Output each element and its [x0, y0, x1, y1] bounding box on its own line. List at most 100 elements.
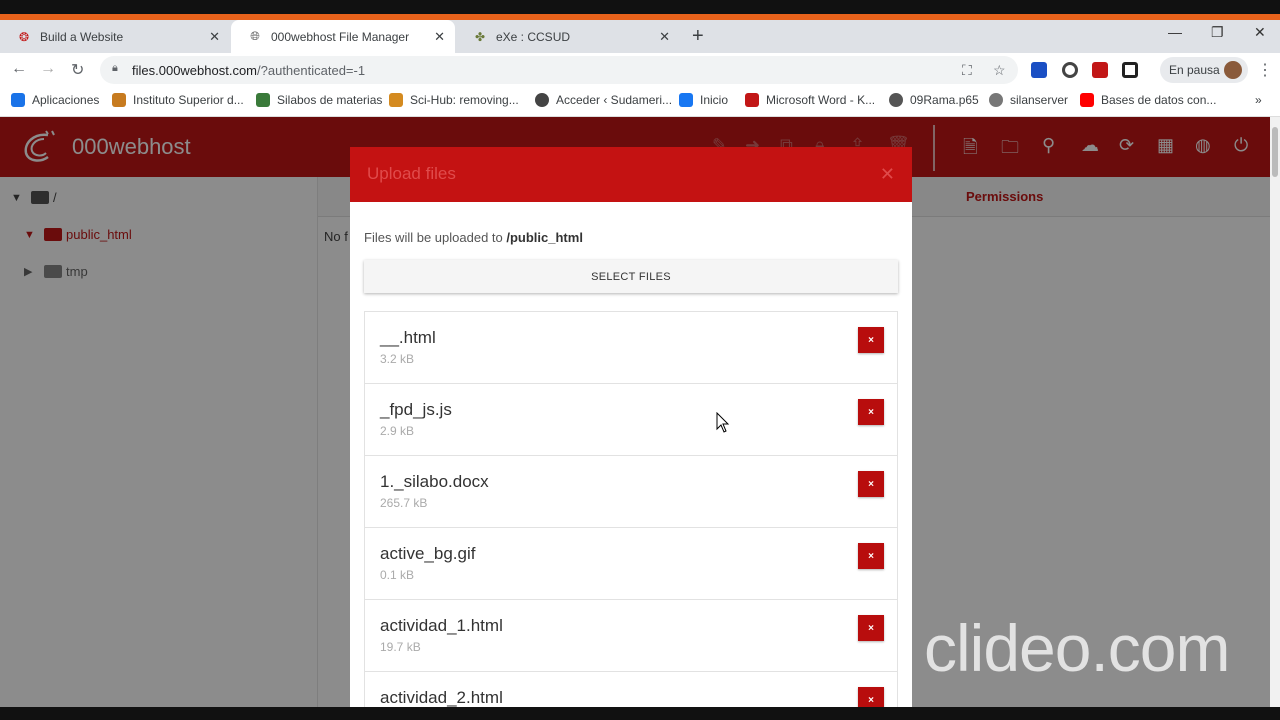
close-icon[interactable]: ✕ [209, 29, 220, 45]
facebook-icon [679, 93, 693, 107]
bookmark-item[interactable]: Inicio [679, 93, 728, 107]
bookmark-label: silanserver [1010, 93, 1069, 107]
modal-header: Upload files ✕ [350, 147, 912, 202]
file-size: 265.7 kB [380, 496, 428, 510]
bookmark-item[interactable]: Microsoft Word - K... [745, 93, 875, 107]
file-name: _fpd_js.js [380, 400, 452, 419]
mouse-cursor-icon [716, 412, 730, 433]
silabos-icon [256, 93, 270, 107]
back-icon[interactable]: ← [11, 60, 27, 78]
bookmark-label: Bases de datos con... [1101, 93, 1217, 107]
scrollbar-thumb[interactable] [1272, 127, 1278, 177]
exe-icon: ✤ [474, 29, 486, 44]
webhost-icon: ❂ [18, 29, 30, 44]
bookmark-item[interactable]: Acceder ‹ Sudameri... [535, 93, 672, 107]
select-files-button[interactable]: SELECT FILES [364, 260, 898, 293]
bookmark-item[interactable]: Instituto Superior d... [112, 93, 244, 107]
bookmark-item[interactable]: Sci-Hub: removing... [389, 93, 519, 107]
bookmark-label: Microsoft Word - K... [766, 93, 876, 107]
remove-file-button[interactable]: × [858, 543, 884, 569]
restore-icon[interactable]: ❐ [1211, 24, 1224, 41]
close-icon[interactable]: ✕ [880, 164, 895, 185]
list-item: 1._silabo.docx 265.7 kB × [365, 456, 897, 528]
file-name: actividad_2.html [380, 688, 503, 707]
minimize-icon[interactable]: — [1168, 24, 1182, 40]
extension-icon[interactable] [1062, 62, 1078, 78]
lock-icon: 🔒︎ [112, 62, 118, 74]
profile-button[interactable]: En pausa [1160, 57, 1248, 83]
star-icon[interactable]: ☆ [993, 62, 1006, 79]
globe-icon [889, 93, 903, 107]
remove-file-button[interactable]: × [858, 471, 884, 497]
file-name: 1._silabo.docx [380, 472, 489, 491]
url-input[interactable]: 🔒︎ files.000webhost.com/?authenticated=-… [100, 56, 1018, 84]
list-item: actividad_1.html 19.7 kB × [365, 600, 897, 672]
forward-icon[interactable]: → [40, 60, 56, 78]
youtube-icon [1080, 93, 1094, 107]
tab-title: 000webhost File Manager [271, 29, 410, 44]
remove-file-button[interactable]: × [858, 615, 884, 641]
list-item: _fpd_js.js 2.9 kB × [365, 384, 897, 456]
list-item: actividad_2.html × [365, 672, 897, 707]
top-black-bar [0, 0, 1280, 14]
bookmark-item[interactable]: silanserver [989, 93, 1068, 107]
more-bookmarks-icon[interactable]: » [1255, 93, 1262, 107]
file-name: __.html [380, 328, 436, 347]
bookmark-label: Acceder ‹ Sudameri... [556, 93, 673, 107]
extension-icon[interactable] [1092, 62, 1108, 78]
bottom-black-bar [0, 707, 1280, 720]
tab-exe[interactable]: ✤ eXe : CCSUD ✕ [456, 20, 680, 53]
bookmark-item[interactable]: Bases de datos con... [1080, 93, 1216, 107]
list-item: active_bg.gif 0.1 kB × [365, 528, 897, 600]
globe-icon: 🌐︎ [250, 29, 260, 43]
menu-icon[interactable]: ⋮ [1257, 60, 1273, 80]
wordpress-icon [535, 93, 549, 107]
upload-destination-note: Files will be uploaded to /public_html [364, 230, 583, 245]
bookmark-label: Aplicaciones [32, 93, 100, 107]
list-item: __.html 3.2 kB × [365, 312, 897, 384]
url-path: /?authenticated=-1 [257, 63, 366, 78]
remove-file-button[interactable]: × [858, 327, 884, 353]
file-name: actividad_1.html [380, 616, 503, 635]
watermark-text: clideo.com [924, 611, 1230, 685]
file-name: active_bg.gif [380, 544, 476, 563]
profile-label: En pausa [1169, 63, 1220, 77]
extension-icon[interactable] [1122, 62, 1138, 78]
tab-title: Build a Website [40, 29, 124, 44]
address-bar-row: ← → ↻ 🔒︎ files.000webhost.com/?authentic… [0, 53, 1280, 87]
remove-file-button[interactable]: × [858, 687, 884, 707]
close-icon[interactable]: ✕ [659, 29, 670, 45]
url-text: files.000webhost.com/?authenticated=-1 [132, 63, 365, 78]
screen: ❂ Build a Website ✕ 🌐︎ 000webhost File M… [0, 0, 1280, 720]
tab-build-website[interactable]: ❂ Build a Website ✕ [0, 20, 230, 53]
translate-icon[interactable]: ⛶ [962, 62, 972, 79]
reload-icon[interactable]: ↻ [71, 60, 84, 80]
page-scrollbar[interactable] [1270, 117, 1280, 707]
tab-file-manager[interactable]: 🌐︎ 000webhost File Manager ✕ [231, 20, 455, 53]
file-size: 3.2 kB [380, 352, 415, 366]
gear-icon [989, 93, 1003, 107]
extension-icon[interactable] [1031, 62, 1047, 78]
window-close-icon[interactable]: ✕ [1254, 24, 1266, 41]
file-size: 0.1 kB [380, 568, 415, 582]
new-tab-icon[interactable]: + [692, 25, 704, 48]
apps-grid-icon [11, 93, 25, 107]
bookmark-label: Instituto Superior d... [133, 93, 244, 107]
pdf-icon [745, 93, 759, 107]
upload-modal: Upload files ✕ Files will be uploaded to… [350, 147, 912, 707]
remove-file-button[interactable]: × [858, 399, 884, 425]
bookmark-item[interactable]: 09Rama.p65 [889, 93, 979, 107]
avatar [1224, 61, 1242, 79]
bookmark-apps[interactable]: Aplicaciones [11, 93, 99, 107]
note-prefix: Files will be uploaded to [364, 230, 503, 245]
bookmark-item[interactable]: Silabos de materias [256, 93, 382, 107]
bookmark-label: Silabos de materias [277, 93, 383, 107]
bookmarks-bar: Aplicaciones Instituto Superior d... Sil… [0, 87, 1280, 117]
file-size: 2.9 kB [380, 424, 415, 438]
tab-title: eXe : CCSUD [496, 29, 571, 44]
bookmark-label: Inicio [700, 93, 729, 107]
close-icon[interactable]: ✕ [434, 29, 445, 45]
tab-strip: ❂ Build a Website ✕ 🌐︎ 000webhost File M… [0, 20, 1280, 53]
upload-file-list: __.html 3.2 kB × _fpd_js.js 2.9 kB × 1._… [364, 311, 898, 707]
destination-path: /public_html [506, 230, 583, 245]
